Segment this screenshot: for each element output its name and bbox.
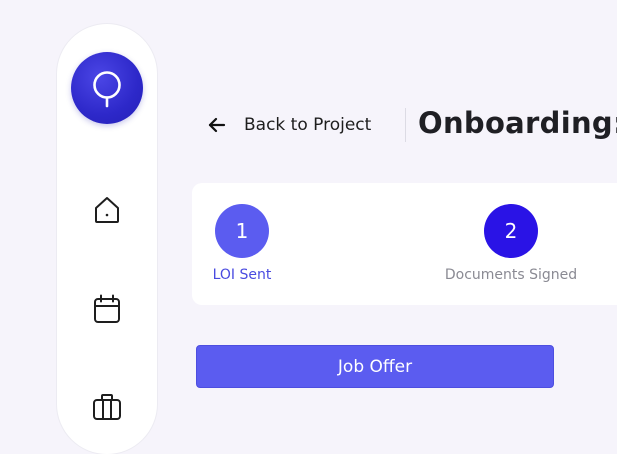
location-pin-icon: [93, 71, 121, 108]
job-offer-button[interactable]: Job Offer: [196, 345, 554, 388]
onboarding-steps-card: 1 LOI Sent 2 Documents Signed: [192, 183, 617, 305]
arrow-left-icon: [208, 117, 226, 133]
calendar-icon: [94, 294, 120, 323]
briefcase-icon: [93, 394, 121, 420]
header-divider: [405, 108, 406, 142]
step-documents-signed[interactable]: 2 Documents Signed: [426, 204, 596, 283]
step-number-badge: 1: [215, 204, 269, 258]
nav-briefcase[interactable]: [91, 391, 123, 423]
step-loi-sent[interactable]: 1 LOI Sent: [157, 204, 327, 283]
logo[interactable]: [71, 52, 143, 124]
nav-calendar[interactable]: [91, 293, 123, 325]
home-icon: [95, 197, 119, 223]
step-label: LOI Sent: [212, 267, 272, 283]
back-to-project-button[interactable]: Back to Project: [207, 112, 397, 138]
step-label: Documents Signed: [444, 267, 578, 283]
page-title: Onboarding:: [418, 106, 617, 140]
step-number-badge: 2: [484, 204, 538, 258]
nav-home[interactable]: [91, 194, 123, 226]
sidebar: [57, 24, 157, 454]
back-label: Back to Project: [244, 115, 372, 135]
